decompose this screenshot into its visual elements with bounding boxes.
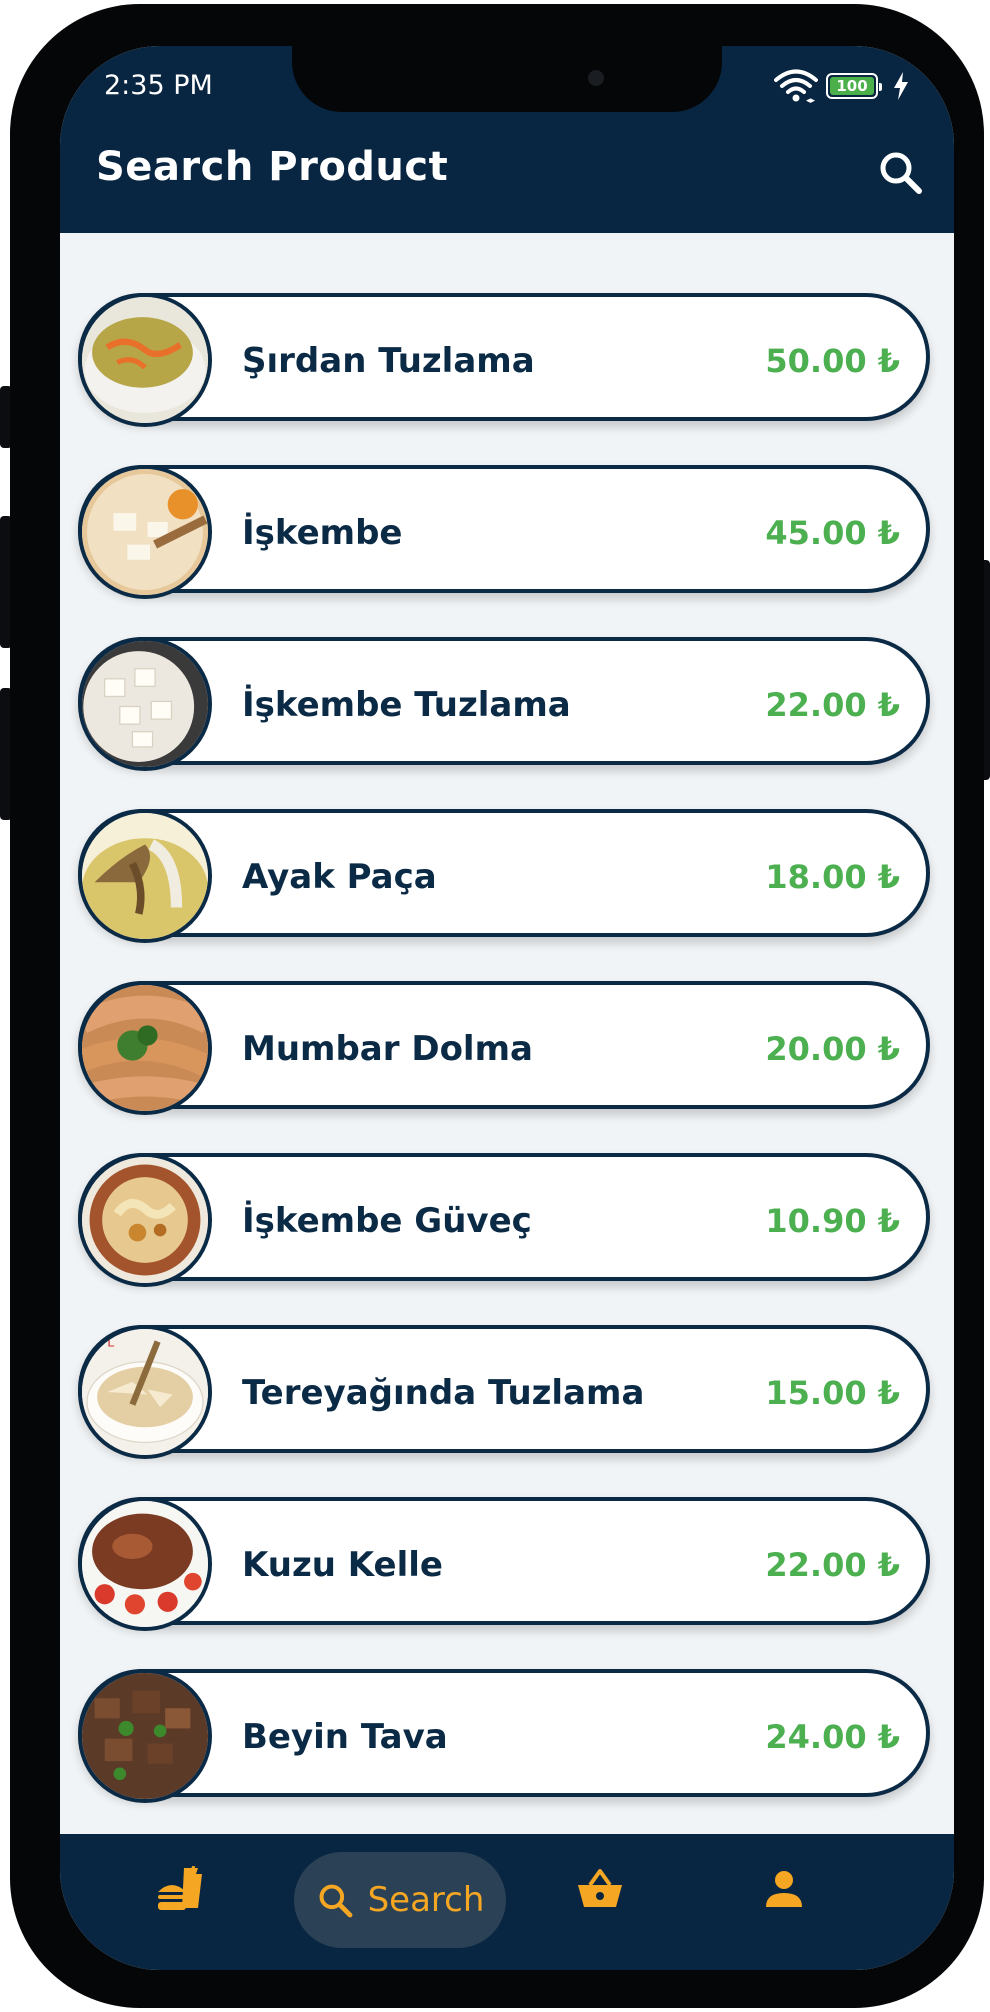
app-screen: 2:35 PM ◂▸ 100 Search Product Şırdan Tuz… bbox=[60, 46, 954, 1970]
charging-icon bbox=[894, 72, 908, 100]
product-price: 10.90 ₺ bbox=[765, 1202, 900, 1240]
fastfood-icon bbox=[158, 1866, 202, 1910]
product-name: Kuzu Kelle bbox=[242, 1545, 443, 1585]
nav-item-search[interactable]: Search bbox=[294, 1852, 506, 1948]
product-item[interactable]: Beyin Tava 24.00 ₺ bbox=[78, 1669, 936, 1803]
nav-search-label: Search bbox=[367, 1880, 485, 1920]
product-image: L bbox=[78, 1325, 212, 1459]
product-price: 18.00 ₺ bbox=[765, 858, 900, 896]
product-image bbox=[78, 293, 212, 427]
nav-item-profile[interactable] bbox=[724, 1834, 844, 1944]
phone-frame: 2:35 PM ◂▸ 100 Search Product Şırdan Tuz… bbox=[10, 4, 984, 2008]
status-icons: ◂▸ 100 bbox=[774, 68, 910, 104]
product-item[interactable]: İşkembe 45.00 ₺ bbox=[78, 465, 936, 599]
front-camera bbox=[588, 70, 604, 86]
battery-level: 100 bbox=[830, 77, 874, 95]
product-name: Tereyağında Tuzlama bbox=[242, 1373, 645, 1413]
product-list[interactable]: Şırdan Tuzlama 50.00 ₺ İşkembe 45.00 ₺ İ… bbox=[60, 233, 954, 1834]
product-price: 15.00 ₺ bbox=[765, 1374, 900, 1412]
status-time: 2:35 PM bbox=[104, 70, 213, 101]
battery-icon: 100 bbox=[826, 73, 882, 99]
svg-text:L: L bbox=[107, 1335, 114, 1350]
product-name: Beyin Tava bbox=[242, 1717, 448, 1757]
product-name: Ayak Paça bbox=[242, 857, 437, 897]
product-item[interactable]: İşkembe Tuzlama 22.00 ₺ bbox=[78, 637, 936, 771]
search-button[interactable] bbox=[876, 148, 924, 196]
person-icon bbox=[766, 1871, 802, 1907]
svg-text:◂▸: ◂▸ bbox=[806, 96, 816, 103]
product-image bbox=[78, 637, 212, 771]
product-item[interactable]: Tereyağında Tuzlama 15.00 ₺ L bbox=[78, 1325, 936, 1459]
search-icon bbox=[319, 1884, 353, 1918]
product-item[interactable]: Kuzu Kelle 22.00 ₺ bbox=[78, 1497, 936, 1631]
nav-item-basket[interactable] bbox=[540, 1834, 660, 1944]
nav-item-menu[interactable] bbox=[120, 1834, 240, 1944]
product-item[interactable]: Ayak Paça 18.00 ₺ bbox=[78, 809, 936, 943]
product-name: Şırdan Tuzlama bbox=[242, 341, 535, 381]
product-name: Mumbar Dolma bbox=[242, 1029, 533, 1069]
product-price: 45.00 ₺ bbox=[765, 514, 900, 552]
product-name: İşkembe Güveç bbox=[242, 1201, 532, 1241]
bottom-navigation: Search bbox=[60, 1834, 954, 1970]
product-price: 50.00 ₺ bbox=[765, 342, 900, 380]
basket-icon bbox=[578, 1869, 622, 1907]
product-item[interactable]: İşkembe Güveç 10.90 ₺ bbox=[78, 1153, 936, 1287]
product-name: İşkembe Tuzlama bbox=[242, 685, 571, 725]
wifi-icon: ◂▸ bbox=[774, 69, 818, 103]
product-name: İşkembe bbox=[242, 513, 403, 553]
product-image bbox=[78, 981, 212, 1115]
product-price: 22.00 ₺ bbox=[765, 1546, 900, 1584]
product-price: 22.00 ₺ bbox=[765, 686, 900, 724]
product-price: 20.00 ₺ bbox=[765, 1030, 900, 1068]
search-icon bbox=[880, 152, 922, 194]
product-image bbox=[78, 1497, 212, 1631]
product-image bbox=[78, 1669, 212, 1803]
product-item[interactable]: Mumbar Dolma 20.00 ₺ bbox=[78, 981, 936, 1115]
product-image bbox=[78, 1153, 212, 1287]
page-title: Search Product bbox=[96, 144, 449, 190]
product-image bbox=[78, 465, 212, 599]
notch bbox=[292, 46, 722, 112]
product-image bbox=[78, 809, 212, 943]
product-price: 24.00 ₺ bbox=[765, 1718, 900, 1756]
product-item[interactable]: Şırdan Tuzlama 50.00 ₺ bbox=[78, 293, 936, 427]
